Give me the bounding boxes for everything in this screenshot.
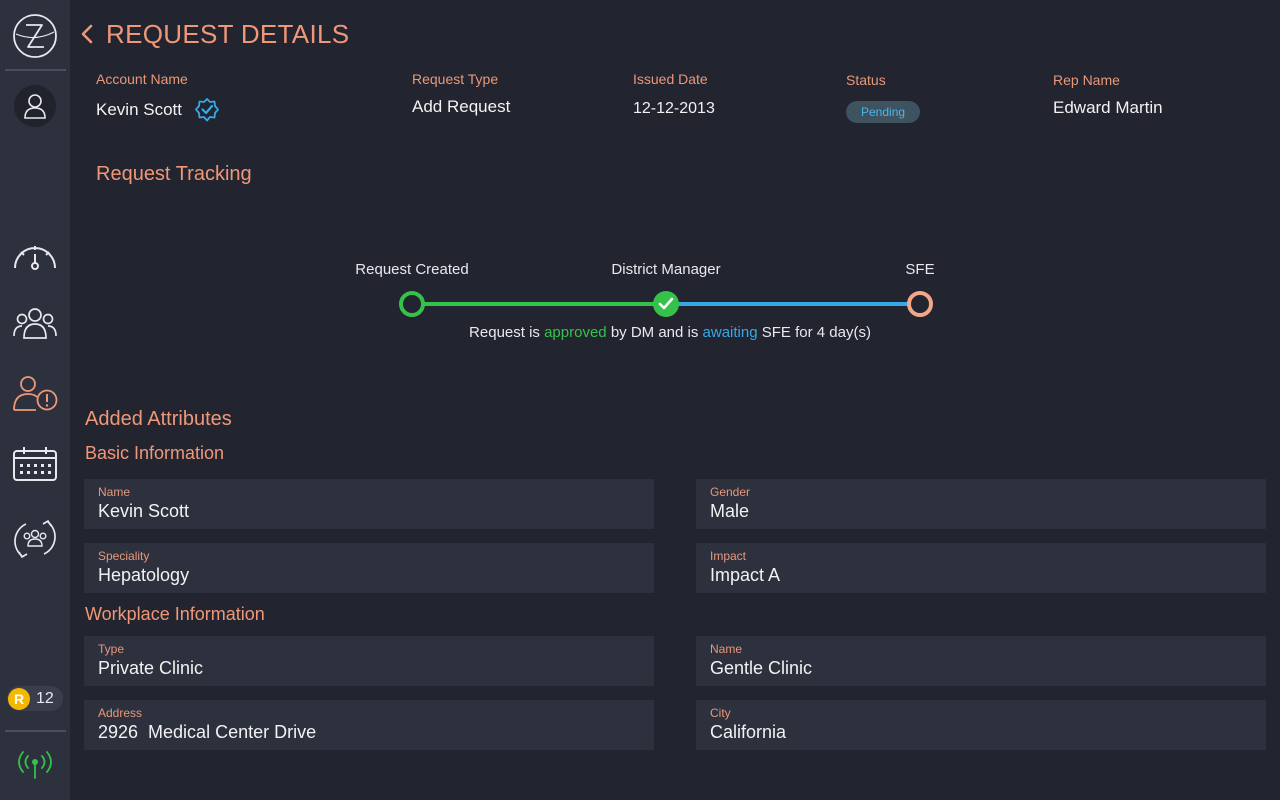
dashboard-gauge-icon[interactable] (0, 240, 70, 272)
user-alert-icon[interactable] (0, 374, 70, 412)
tracking-message-awaiting: awaiting (702, 324, 758, 341)
request-tracker: Request Created District Manager SFE Req… (340, 255, 1000, 355)
sidebar: R 12 (0, 0, 70, 800)
field-label: Name (98, 485, 131, 499)
account-name-row: Kevin Scott (96, 97, 220, 123)
field-value: Hepatology (98, 565, 190, 585)
field-value: Gentle Clinic (710, 658, 813, 678)
field-workplace-name: Name Gentle Clinic (696, 636, 1266, 686)
status-label: Status (846, 72, 886, 88)
field-label: Speciality (98, 549, 150, 563)
tracking-message-approved: approved (544, 324, 607, 341)
field-label: City (710, 706, 731, 720)
field-speciality: Speciality Hepatology (84, 543, 654, 593)
field-label: Name (710, 642, 743, 656)
reward-count: 12 (36, 689, 54, 707)
account-name-block: Account Name Kevin Scott (96, 71, 220, 123)
field-label: Address (98, 706, 143, 720)
field-value: 2926 Medical Center Drive (98, 722, 317, 742)
field-label: Impact (710, 549, 747, 563)
back-button[interactable] (80, 18, 102, 50)
field-value: Kevin Scott (98, 501, 190, 521)
step-node-district-manager (653, 291, 679, 317)
profile-button[interactable] (0, 85, 70, 127)
field-label: Gender (710, 485, 751, 499)
issued-date-block: Issued Date 12-12-2013 (633, 71, 715, 118)
signal-icon[interactable] (0, 748, 70, 780)
calendar-icon[interactable] (0, 446, 70, 482)
request-type-value: Add Request (412, 97, 511, 116)
field-value: California (710, 722, 787, 742)
account-name-label: Account Name (96, 71, 188, 87)
added-attributes-title: Added Attributes (85, 408, 232, 430)
field-impact: Impact Impact A (696, 543, 1266, 593)
logo-icon[interactable] (0, 12, 70, 60)
status-badge: Pending (846, 101, 921, 123)
team-sync-icon[interactable] (0, 516, 70, 562)
rep-name-block: Rep Name Edward Martin (1053, 72, 1163, 118)
step-node-sfe (907, 291, 933, 317)
rep-name-value: Edward Martin (1053, 98, 1163, 117)
sidebar-divider (5, 730, 66, 732)
main-content: REQUEST DETAILS Account Name Kevin Scott… (70, 0, 1280, 800)
field-value: Impact A (710, 565, 781, 585)
request-tracking-title: Request Tracking (96, 163, 252, 185)
request-type-label: Request Type (412, 71, 499, 87)
field-name: Name Kevin Scott (84, 479, 654, 529)
tracking-message-middle: by DM and is (606, 324, 703, 341)
issued-date-label: Issued Date (633, 71, 708, 87)
tracking-message-prefix: Request is (469, 324, 545, 341)
step-label-district-manager: District Manager (611, 261, 721, 278)
field-address: Address 2926 Medical Center Drive (84, 700, 654, 750)
field-value: Male (710, 501, 750, 521)
account-name-value: Kevin Scott (96, 100, 182, 119)
track-line-awaiting (666, 302, 920, 306)
track-line-completed (412, 302, 666, 306)
page-header: REQUEST DETAILS (80, 18, 349, 50)
rep-name-label: Rep Name (1053, 72, 1120, 88)
check-icon (658, 297, 674, 310)
field-value: Private Clinic (98, 658, 204, 678)
tracking-status-message: Request is approved by DM and is awaitin… (469, 324, 871, 341)
workplace-information-title: Workplace Information (85, 604, 265, 624)
field-city: City California (696, 700, 1266, 750)
step-label-sfe: SFE (905, 261, 935, 278)
step-node-request-created (399, 291, 425, 317)
reward-points-badge[interactable]: R 12 (7, 686, 63, 711)
issued-date-value: 12-12-2013 (633, 100, 715, 117)
page-title: REQUEST DETAILS (106, 18, 350, 49)
team-icon[interactable] (0, 306, 70, 340)
chevron-left-icon (81, 24, 93, 44)
reward-r-icon: R (8, 687, 30, 710)
field-gender: Gender Male (696, 479, 1266, 529)
basic-information-title: Basic Information (85, 443, 225, 463)
status-block: Status Pending (846, 72, 921, 123)
verified-badge-icon (195, 98, 219, 122)
step-label-request-created: Request Created (355, 261, 469, 278)
avatar (14, 85, 56, 127)
sidebar-divider (5, 69, 66, 71)
field-workplace-type: Type Private Clinic (84, 636, 654, 686)
tracking-message-suffix: SFE for 4 day(s) (757, 324, 871, 341)
field-label: Type (98, 642, 125, 656)
user-icon (24, 94, 46, 119)
request-type-block: Request Type Add Request (412, 71, 510, 117)
